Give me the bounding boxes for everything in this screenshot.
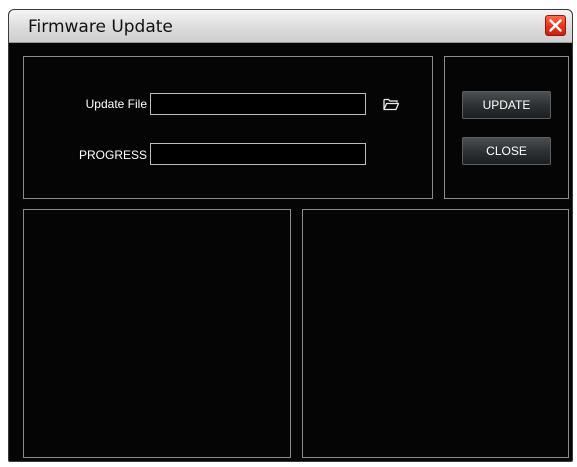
close-button[interactable]: CLOSE xyxy=(462,137,551,165)
progress-bar xyxy=(150,143,366,165)
folder-open-icon xyxy=(383,98,400,111)
browse-file-button[interactable] xyxy=(380,93,402,115)
actions-panel: UPDATE CLOSE xyxy=(444,56,569,199)
progress-label: PROGRESS xyxy=(78,148,147,162)
firmware-update-dialog: Firmware Update Update File PROGRESS UPD… xyxy=(8,9,573,462)
close-icon xyxy=(549,19,562,32)
file-settings-panel: Update File PROGRESS xyxy=(23,56,433,199)
update-file-input[interactable] xyxy=(150,93,366,115)
window-title: Firmware Update xyxy=(28,17,173,37)
update-button[interactable]: UPDATE xyxy=(462,91,551,119)
title-bar[interactable]: Firmware Update xyxy=(9,10,572,43)
log-panel-left xyxy=(23,209,291,458)
log-panel-right xyxy=(302,209,569,458)
close-window-button[interactable] xyxy=(545,15,566,36)
update-file-label: Update File xyxy=(85,97,147,111)
